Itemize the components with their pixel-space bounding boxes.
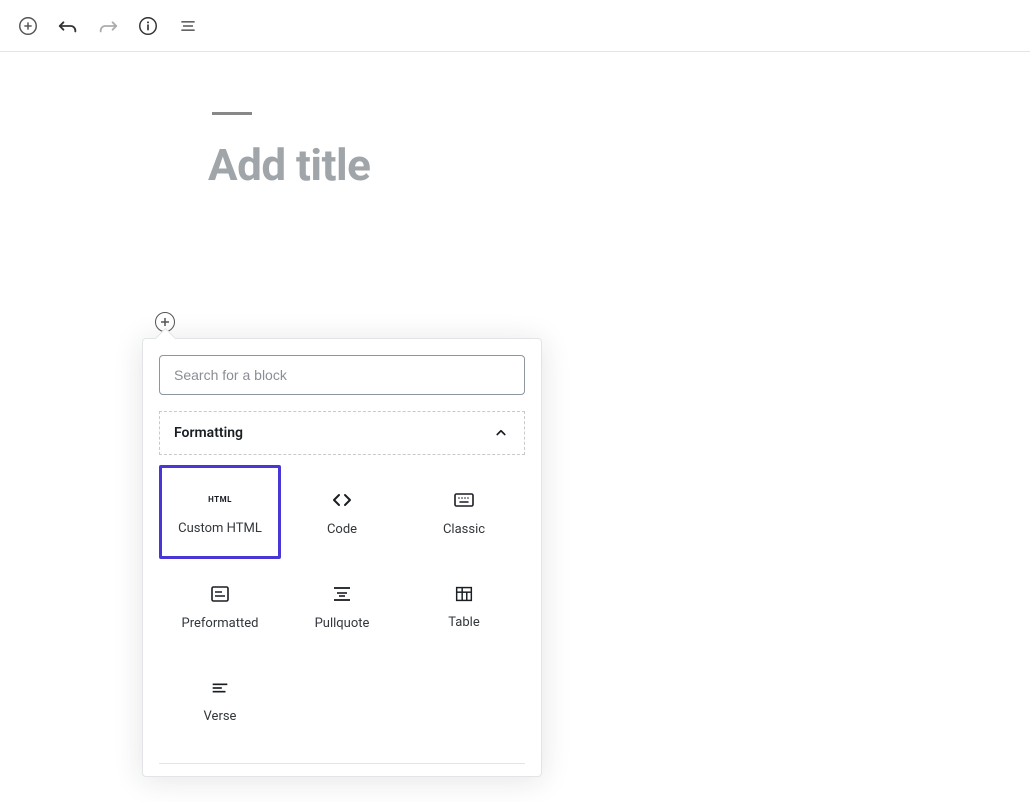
block-grid: HTML Custom HTML Code — [143, 455, 541, 763]
outline-icon — [178, 16, 198, 36]
popover-separator — [159, 763, 525, 764]
outline-button[interactable] — [174, 12, 202, 40]
title-placeholder-text: Add title — [208, 139, 1030, 191]
redo-icon — [97, 15, 119, 37]
category-header-formatting[interactable]: Formatting — [159, 411, 525, 455]
pullquote-icon — [330, 582, 354, 606]
plus-circle-icon — [17, 15, 39, 37]
table-icon — [453, 583, 475, 605]
chevron-up-icon — [492, 424, 510, 442]
keyboard-icon — [452, 488, 476, 512]
add-block-button[interactable] — [14, 12, 42, 40]
block-option-custom-html[interactable]: HTML Custom HTML — [159, 465, 281, 559]
block-option-label: Table — [448, 615, 479, 630]
block-option-label: Custom HTML — [178, 521, 262, 536]
undo-button[interactable] — [54, 12, 82, 40]
block-option-label: Preformatted — [182, 616, 259, 631]
block-option-classic[interactable]: Classic — [403, 465, 525, 559]
title-block[interactable]: Add title — [208, 112, 1030, 191]
plus-icon — [159, 316, 171, 328]
html-icon: HTML — [208, 488, 232, 511]
info-button[interactable] — [134, 12, 162, 40]
block-search-input[interactable] — [159, 355, 525, 395]
block-inserter-popover: Formatting HTML Custom HTML Code — [142, 338, 542, 777]
preformatted-icon — [208, 582, 232, 606]
editor-canvas: Add title Formatting HTML Custom HTML — [0, 52, 1030, 191]
search-wrap — [143, 339, 541, 411]
block-option-preformatted[interactable]: Preformatted — [159, 559, 281, 653]
block-option-label: Code — [327, 522, 357, 537]
code-icon — [330, 488, 354, 512]
title-accent-bar — [212, 112, 252, 115]
redo-button — [94, 12, 122, 40]
category-label: Formatting — [174, 425, 243, 441]
top-toolbar — [0, 0, 1030, 52]
block-option-code[interactable]: Code — [281, 465, 403, 559]
block-option-pullquote[interactable]: Pullquote — [281, 559, 403, 653]
undo-icon — [57, 15, 79, 37]
verse-icon — [209, 677, 231, 699]
block-option-table[interactable]: Table — [403, 559, 525, 653]
block-option-verse[interactable]: Verse — [159, 653, 281, 747]
info-icon — [137, 15, 159, 37]
block-option-label: Pullquote — [315, 616, 370, 631]
block-option-label: Verse — [204, 709, 237, 724]
block-option-label: Classic — [443, 522, 485, 537]
